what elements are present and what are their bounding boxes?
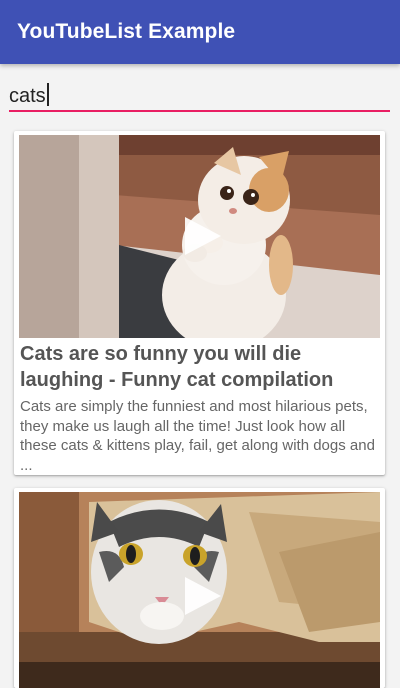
video-card[interactable] — [14, 488, 385, 688]
search-field[interactable]: cats — [9, 80, 390, 114]
video-card[interactable]: Cats are so funny you will die laughing … — [14, 131, 385, 475]
search-input[interactable] — [9, 80, 390, 110]
video-title[interactable]: Cats are so funny you will die laughing … — [20, 341, 380, 393]
play-icon[interactable] — [181, 215, 223, 257]
app-bar: YouTubeList Example — [0, 0, 400, 64]
search-underline — [9, 110, 390, 112]
video-thumbnail[interactable] — [19, 492, 380, 688]
play-icon[interactable] — [181, 575, 223, 617]
video-thumbnail[interactable] — [19, 135, 380, 338]
video-description: Cats are simply the funniest and most hi… — [20, 398, 375, 474]
app-title: YouTubeList Example — [17, 20, 236, 43]
